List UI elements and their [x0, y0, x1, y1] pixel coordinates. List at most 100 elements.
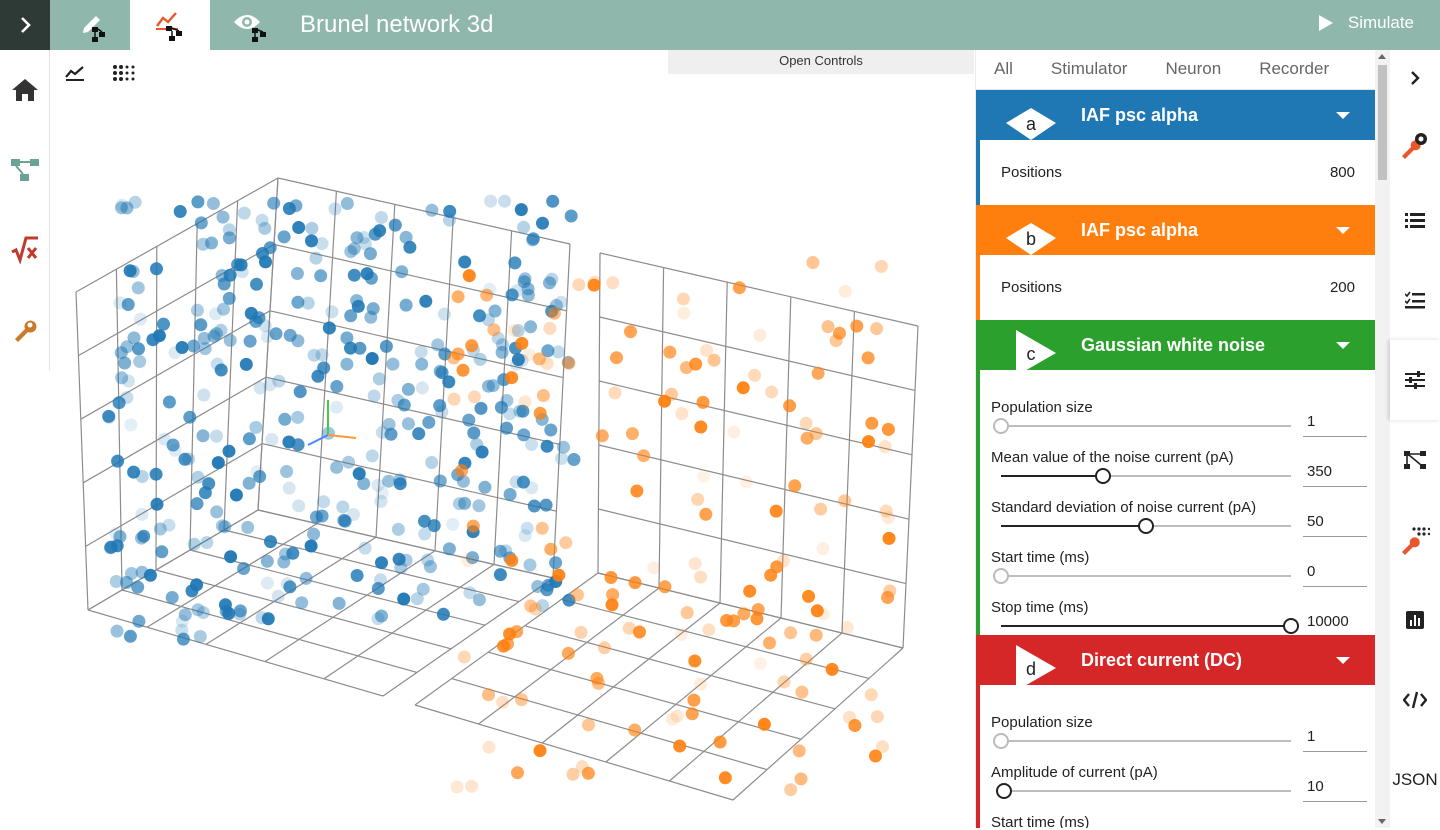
activity-graph-icon[interactable] — [64, 64, 86, 82]
card-header[interactable]: c Gaussian white noise — [976, 320, 1375, 376]
tab-stimulator[interactable]: Stimulator — [1043, 59, 1136, 89]
nav-home[interactable] — [0, 65, 50, 115]
neuron-dot — [175, 614, 189, 628]
slider-track[interactable] — [993, 568, 1291, 584]
caret-down-icon[interactable] — [1336, 342, 1350, 349]
slider-handle[interactable] — [993, 568, 1009, 584]
charts-button[interactable] — [1390, 580, 1440, 660]
nav-settings[interactable] — [0, 305, 50, 355]
value-input[interactable]: 1 — [1303, 413, 1367, 437]
checklist-view-button[interactable] — [1390, 260, 1440, 340]
scroll-up-arrow[interactable] — [1378, 54, 1386, 59]
slider-row: Population size 1 — [980, 700, 1375, 752]
scrollbar-thumb[interactable] — [1378, 65, 1387, 180]
neuron-dot — [850, 319, 864, 333]
neuron-dot — [305, 221, 319, 235]
slider-handle[interactable] — [993, 418, 1009, 434]
slider-handle[interactable] — [1283, 618, 1299, 634]
parameter-label: Positions — [1001, 164, 1062, 181]
neuron-dot — [527, 499, 541, 513]
slider-handle[interactable] — [995, 783, 1012, 799]
neuron-dot — [133, 355, 147, 368]
neuron-dot — [598, 641, 611, 655]
caret-down-icon[interactable] — [1336, 112, 1350, 119]
list-view-button[interactable] — [1390, 180, 1440, 260]
tab-explore-activity[interactable] — [130, 0, 210, 50]
neuron-dot — [543, 276, 556, 290]
neuron-dot — [291, 295, 305, 309]
value-input[interactable]: 350 — [1303, 463, 1367, 487]
slider-track[interactable] — [995, 783, 1291, 799]
open-controls-button[interactable]: Open Controls — [668, 50, 974, 74]
neuron-dot — [559, 536, 573, 550]
neuron-dot — [702, 623, 716, 637]
parameter-value: 200 — [1329, 279, 1355, 296]
spatial-settings-button[interactable] — [1390, 500, 1440, 580]
grid-line — [598, 508, 907, 585]
spatial-grid-icon[interactable] — [112, 64, 136, 82]
network-scene[interactable] — [50, 50, 955, 825]
simulation-settings-button[interactable] — [1390, 105, 1440, 185]
slider-track[interactable] — [993, 418, 1291, 434]
neuron-dot — [691, 492, 705, 506]
card-header[interactable]: d Direct current (DC) — [976, 635, 1375, 691]
tab-lab-book[interactable] — [210, 0, 290, 50]
simulate-button[interactable]: Simulate — [1318, 13, 1414, 33]
3d-plot[interactable] — [50, 50, 955, 825]
neuron-dot — [456, 363, 470, 377]
neuron-dot — [505, 554, 519, 567]
neuron-dot — [557, 440, 570, 454]
scroll-down-arrow[interactable] — [1378, 819, 1386, 824]
neuron-dot — [120, 391, 134, 404]
neuron-dot — [224, 550, 238, 564]
caret-down-icon[interactable] — [1336, 657, 1350, 664]
neuron-dot — [467, 426, 481, 440]
menu-toggle-button[interactable] — [0, 0, 50, 50]
neuron-dot — [862, 435, 875, 449]
neuron-dot — [765, 385, 779, 399]
tab-recorder[interactable]: Recorder — [1251, 59, 1337, 89]
panel-scrollbar[interactable] — [1375, 50, 1390, 828]
neuron-dot — [135, 507, 149, 521]
neuron-dot — [216, 210, 230, 224]
caret-down-icon[interactable] — [1336, 227, 1350, 234]
nav-projects[interactable] — [0, 145, 50, 195]
slider-track[interactable] — [1001, 618, 1299, 634]
grid-line — [121, 589, 418, 673]
network-graph-button[interactable] — [1390, 420, 1440, 500]
code-button[interactable] — [1390, 660, 1440, 740]
value-input[interactable]: 0 — [1303, 563, 1367, 587]
card-header[interactable]: b IAF psc alpha — [976, 205, 1375, 260]
tab-neuron[interactable]: Neuron — [1157, 59, 1229, 89]
slider-handle[interactable] — [1094, 468, 1111, 484]
neuron-dot — [433, 474, 447, 488]
neuron-dot — [696, 395, 710, 409]
tab-all[interactable]: All — [986, 59, 1021, 89]
neuron-dot — [330, 380, 344, 393]
value-input[interactable]: 10 — [1303, 778, 1367, 802]
slider-track[interactable] — [1001, 518, 1291, 534]
tab-edit-network[interactable] — [50, 0, 130, 50]
slider-handle[interactable] — [1138, 518, 1154, 534]
nav-models[interactable] — [0, 225, 50, 275]
slider-track[interactable] — [1001, 468, 1291, 484]
neuron-dot — [350, 569, 364, 582]
neuron-dot — [412, 427, 426, 441]
neuron-dot — [497, 639, 510, 653]
card-header[interactable]: a IAF psc alpha — [976, 90, 1375, 145]
value-input[interactable]: 50 — [1303, 513, 1367, 537]
value-input[interactable]: 10000 — [1303, 613, 1367, 637]
value-input[interactable]: 1 — [1303, 728, 1367, 752]
grid-line — [451, 678, 768, 771]
neuron-dot — [365, 449, 379, 463]
slider-handle[interactable] — [993, 733, 1009, 749]
expand-panel-button[interactable] — [1390, 50, 1440, 105]
neuron-dot — [637, 449, 651, 463]
neuron-dot — [524, 320, 538, 334]
neuron-dot — [328, 202, 342, 216]
plot-toolbar — [64, 64, 136, 82]
slider-track[interactable] — [993, 733, 1291, 749]
neuron-dot — [187, 537, 201, 551]
json-button[interactable]: JSON — [1390, 740, 1440, 820]
controls-button[interactable] — [1390, 340, 1440, 420]
